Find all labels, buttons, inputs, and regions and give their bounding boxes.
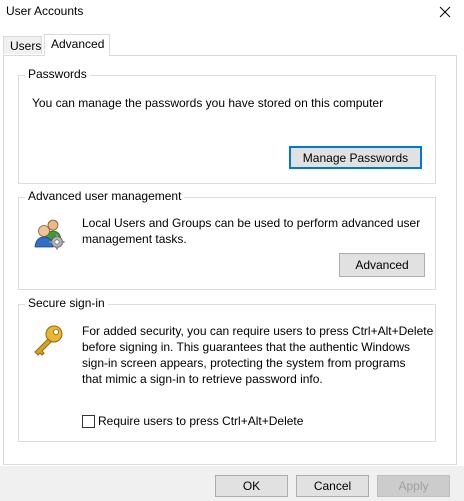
secure-signin-line2: before signing in. This guarantees that … <box>82 340 410 354</box>
dialog-footer: OK Cancel Apply <box>0 466 464 501</box>
require-ctrl-alt-delete-label[interactable]: Require users to press Ctrl+Alt+Delete <box>98 413 303 429</box>
close-icon <box>439 6 451 18</box>
secure-signin-line3: sign-in screen appears, protecting the s… <box>82 356 406 370</box>
advanced-user-management-line1: Local Users and Groups can be used to pe… <box>82 216 421 230</box>
require-ctrl-alt-delete-checkbox[interactable] <box>82 415 95 428</box>
advanced-user-management-title: Advanced user management <box>25 189 185 203</box>
advanced-user-management-group: Advanced user management Local Users and… <box>18 189 436 290</box>
advanced-user-management-line2: management tasks. <box>82 232 187 246</box>
window-title: User Accounts <box>6 4 84 18</box>
advanced-button[interactable]: Advanced <box>339 253 425 277</box>
tab-users[interactable]: Users <box>3 36 42 54</box>
apply-button[interactable]: Apply <box>377 475 450 497</box>
passwords-group: Passwords You can manage the passwords y… <box>18 67 436 184</box>
advanced-tab-panel: Passwords You can manage the passwords y… <box>3 55 457 465</box>
cancel-button[interactable]: Cancel <box>296 475 369 497</box>
tab-advanced[interactable]: Advanced <box>44 34 110 56</box>
ok-button[interactable]: OK <box>215 475 288 497</box>
close-button[interactable] <box>434 2 456 22</box>
secure-signin-title: Secure sign-in <box>25 296 108 310</box>
users-group-icon <box>32 216 66 250</box>
manage-passwords-button[interactable]: Manage Passwords <box>289 146 422 169</box>
passwords-description: You can manage the passwords you have st… <box>32 96 384 110</box>
title-bar: User Accounts <box>0 0 464 24</box>
user-accounts-dialog: User Accounts Users Advanced Passwords Y… <box>0 0 464 501</box>
secure-signin-line1: For added security, you can require user… <box>82 324 434 338</box>
key-icon <box>31 323 65 357</box>
passwords-group-title: Passwords <box>25 67 90 81</box>
secure-signin-line4: that mimic a sign-in to retrieve passwor… <box>82 372 323 386</box>
secure-signin-group: Secure sign-in For added security, you c… <box>18 296 436 442</box>
